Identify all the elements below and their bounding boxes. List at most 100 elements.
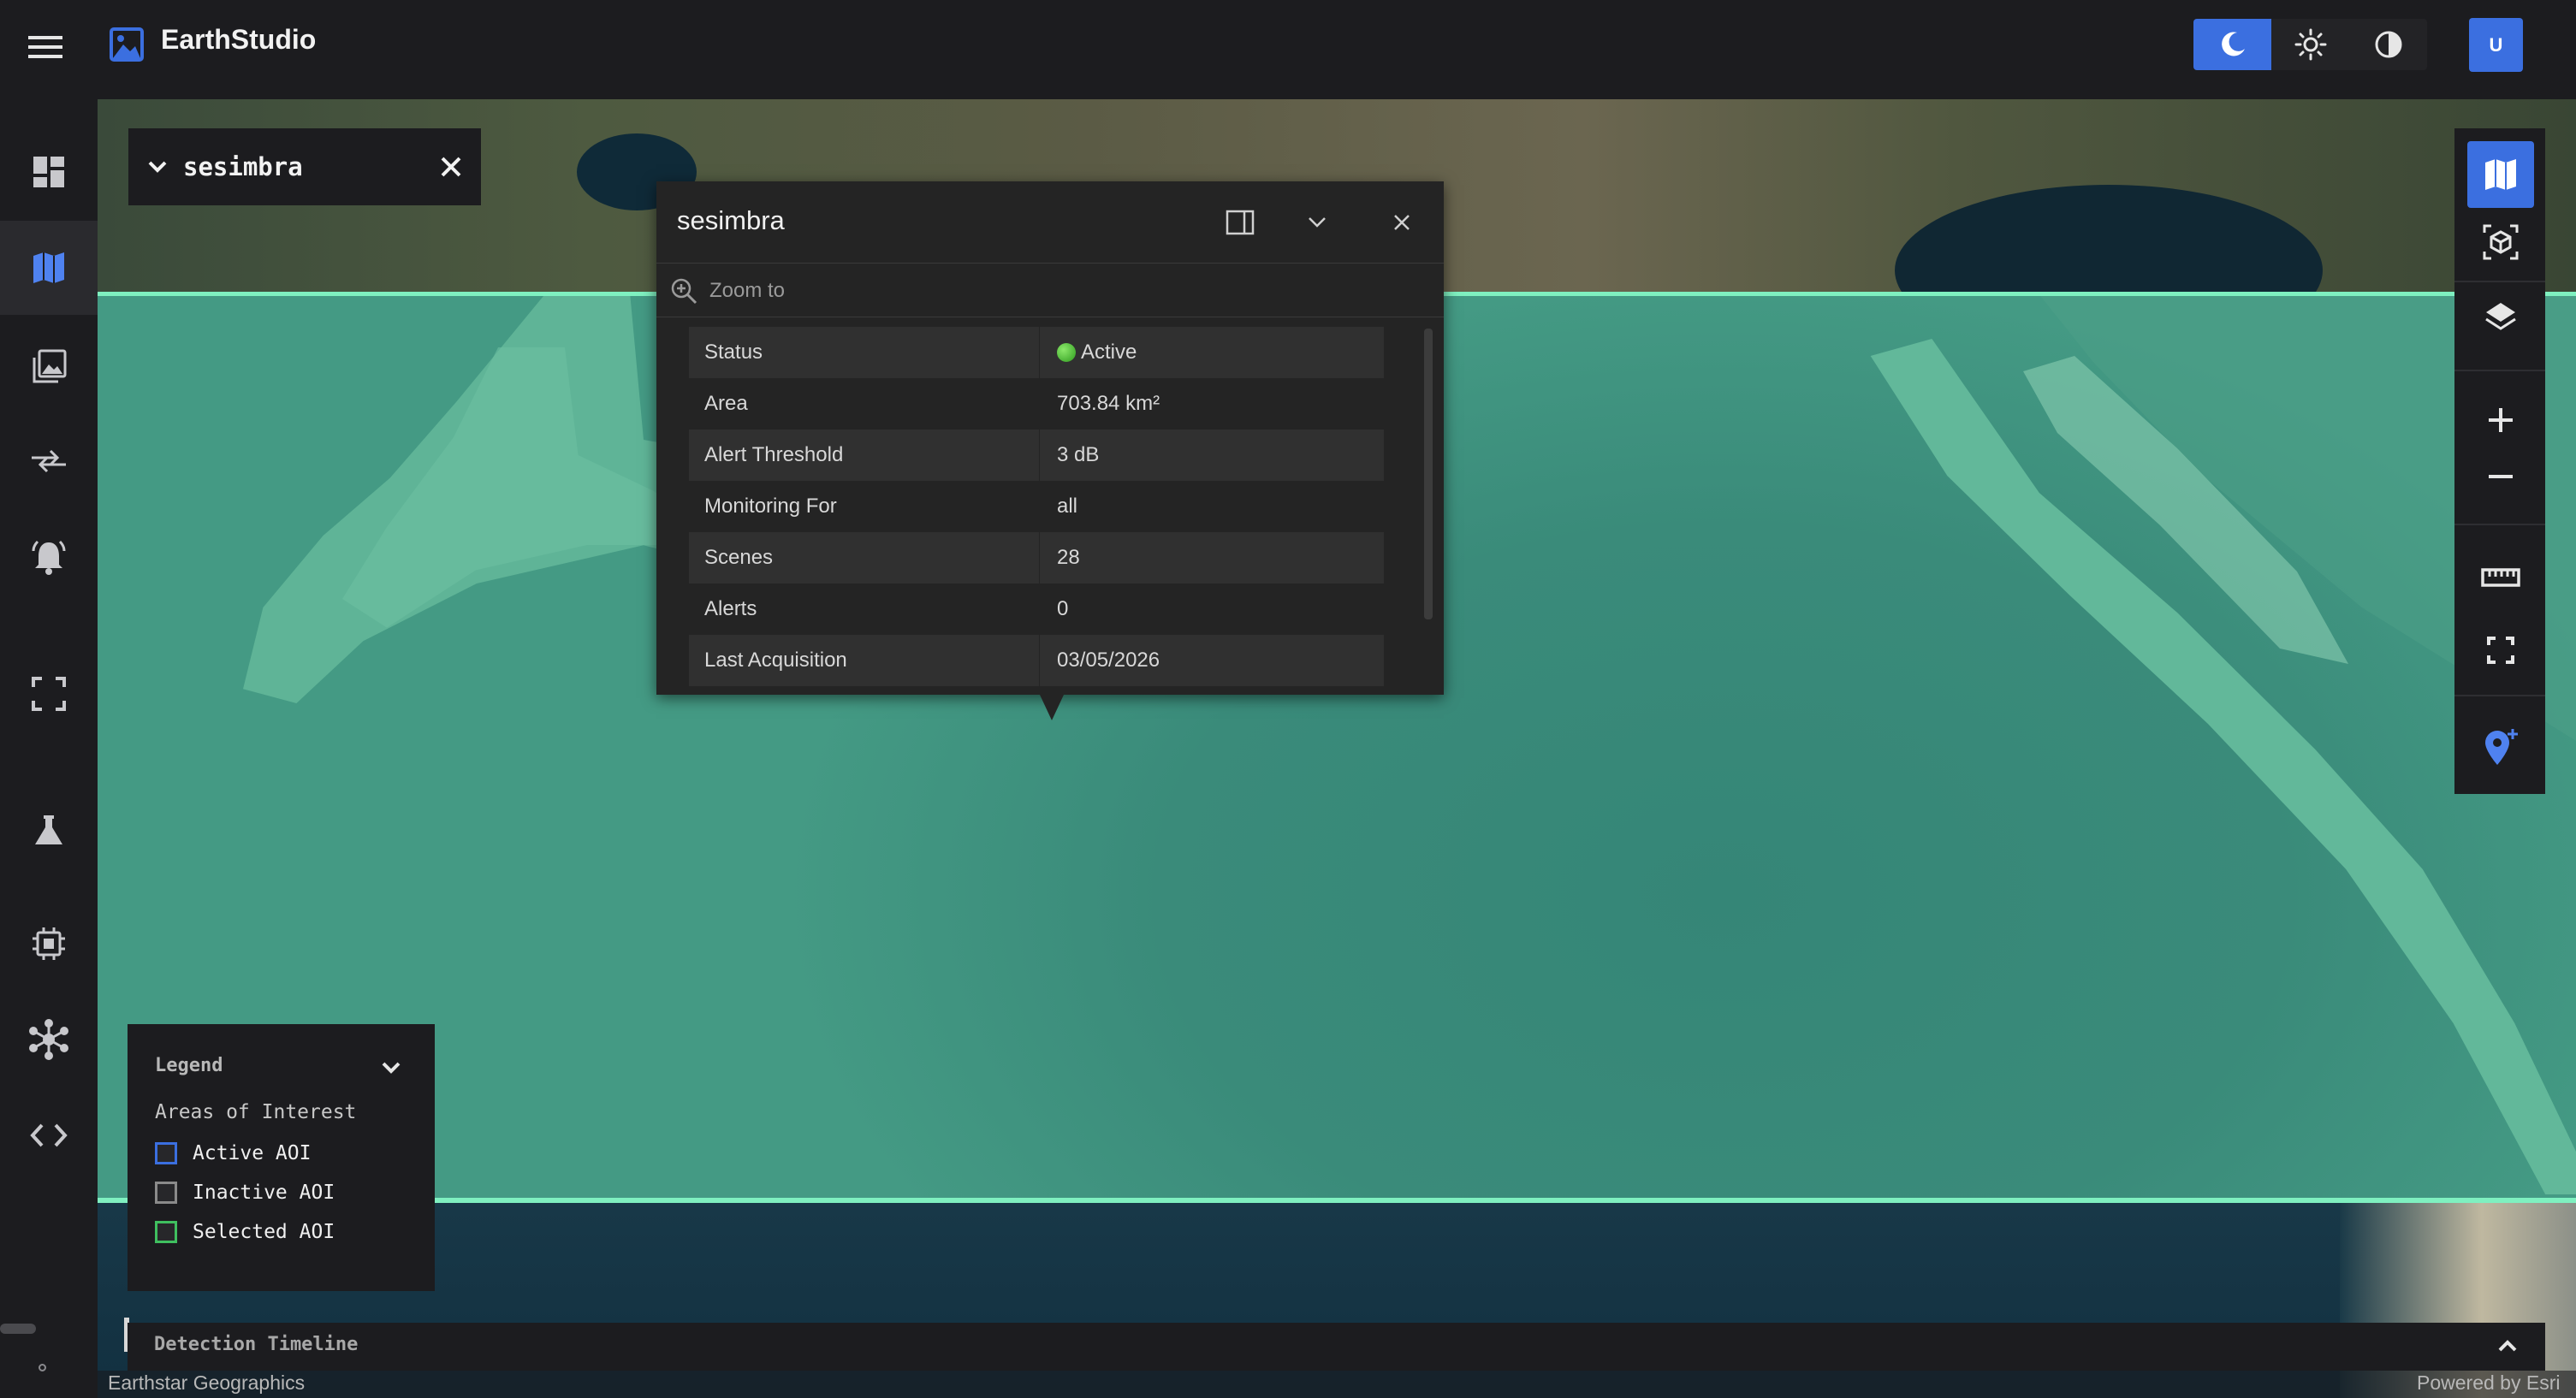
minus-icon — [2489, 475, 2513, 478]
view-3d-button[interactable] — [2467, 209, 2534, 275]
attribute-row: Alerts 0 — [689, 583, 1384, 635]
attribute-value: Active — [1040, 341, 1137, 364]
aoi-search-chip[interactable]: sesimbra — [128, 128, 481, 205]
chevron-down-icon — [1309, 217, 1326, 228]
legend-title: Legend — [155, 1055, 223, 1076]
chevron-down-icon[interactable] — [378, 1055, 404, 1081]
contrast-icon — [2375, 31, 2401, 58]
layers-button[interactable] — [2467, 284, 2534, 351]
sidebar-item-focus[interactable] — [0, 647, 98, 741]
attribute-row: Area 703.84 km² — [689, 378, 1384, 429]
theme-toggle-group — [2193, 19, 2427, 70]
network-hub-icon — [29, 1019, 68, 1060]
detection-timeline-bar[interactable]: Detection Timeline — [128, 1323, 2545, 1371]
user-avatar-button[interactable]: U — [2469, 18, 2523, 72]
dock-popup-button[interactable] — [1216, 198, 1264, 246]
popup-pointer — [1040, 695, 1064, 720]
sidebar-item-processing[interactable] — [0, 897, 98, 991]
sidebar-item-alerts[interactable] — [0, 510, 98, 604]
focus-frame-icon — [32, 677, 66, 711]
status-active-indicator — [1057, 343, 1076, 362]
sidebar-item-lab[interactable] — [0, 784, 98, 878]
attribute-row: Last Acquisition 03/05/2026 — [689, 635, 1384, 686]
attribute-key: Scenes — [689, 532, 1040, 583]
code-icon — [30, 1123, 68, 1147]
hamburger-icon — [28, 36, 62, 58]
map-2d-button[interactable] — [2467, 141, 2534, 208]
tool-separator — [2454, 281, 2545, 282]
dashboard-icon — [33, 157, 64, 187]
map-tools-panel — [2454, 128, 2545, 794]
add-location-pin-icon — [2485, 729, 2518, 765]
light-mode-button[interactable] — [2271, 19, 2349, 70]
alarm-bell-icon — [32, 540, 66, 575]
ruler-icon — [2481, 568, 2520, 587]
contrast-mode-button[interactable] — [2349, 19, 2427, 70]
sun-icon — [2294, 28, 2326, 61]
zoom-to-label: Zoom to — [709, 278, 786, 302]
tool-separator — [2454, 524, 2545, 525]
attribute-key: Alerts — [689, 583, 1040, 635]
attribute-value: 703.84 km² — [1057, 392, 1160, 415]
sidebar-scrollbar[interactable] — [0, 1324, 36, 1334]
plus-icon — [2489, 408, 2513, 432]
top-bar: EarthStudio U — [0, 0, 2576, 99]
flask-icon — [35, 815, 62, 844]
close-icon[interactable] — [440, 156, 462, 178]
timeline-title: Detection Timeline — [154, 1334, 359, 1355]
aoi-search-text: sesimbra — [183, 152, 303, 181]
legend-label: Active AOI — [193, 1142, 312, 1164]
attribute-row: Monitoring For all — [689, 481, 1384, 532]
sidebar-status-dot — [39, 1364, 46, 1371]
left-sidebar — [0, 99, 98, 1398]
map-icon — [2485, 159, 2516, 190]
chevron-down-icon[interactable] — [147, 160, 168, 174]
attribute-value: 0 — [1057, 597, 1069, 620]
sidebar-item-network[interactable] — [0, 992, 98, 1087]
legend-panel: Legend Areas of Interest Active AOI Inac… — [128, 1024, 435, 1291]
legend-swatch-inactive — [155, 1182, 177, 1204]
attribute-key: Alert Threshold — [689, 429, 1040, 481]
zoom-out-button[interactable] — [2467, 443, 2534, 510]
sidebar-item-dashboard[interactable] — [0, 125, 98, 219]
attribution-powered-by[interactable]: Powered by Esri — [2417, 1371, 2560, 1395]
chevron-up-icon[interactable] — [2494, 1333, 2521, 1360]
close-icon — [1394, 215, 1410, 230]
attribute-row: Alert Threshold 3 dB — [689, 429, 1384, 481]
legend-swatch-selected — [155, 1221, 177, 1243]
sidebar-item-developer[interactable] — [0, 1088, 98, 1182]
popup-attribute-table: Status Active Area 703.84 km² Alert Thre… — [689, 327, 1384, 695]
legend-item-selected: Selected AOI — [155, 1219, 335, 1245]
attribute-key: Area — [689, 378, 1040, 429]
dock-panel-icon — [1226, 210, 1255, 235]
fullscreen-button[interactable] — [2467, 617, 2534, 684]
sidebar-item-map[interactable] — [0, 221, 98, 315]
sidebar-item-compare[interactable] — [0, 414, 98, 508]
close-popup-button[interactable] — [1378, 198, 1426, 246]
zoom-to-button[interactable]: Zoom to — [656, 264, 1444, 317]
app-title: EarthStudio — [161, 24, 317, 55]
attribute-key: Monitoring For — [689, 481, 1040, 532]
attribute-row: Status Active — [689, 327, 1384, 378]
attribute-row: Scenes 28 — [689, 532, 1384, 583]
attribute-value: all — [1057, 495, 1078, 518]
measure-button[interactable] — [2467, 544, 2534, 611]
cube-icon — [2483, 224, 2519, 260]
zoom-in-magnifier-icon — [671, 278, 697, 304]
hamburger-menu-button[interactable] — [17, 19, 74, 75]
legend-swatch-active — [155, 1142, 177, 1164]
status-value: Active — [1081, 341, 1137, 364]
popup-scrollbar[interactable] — [1424, 329, 1433, 619]
popup-title: sesimbra — [677, 205, 785, 235]
sidebar-item-imagery[interactable] — [0, 320, 98, 414]
dark-mode-button[interactable] — [2193, 19, 2271, 70]
image-landscape-icon — [110, 27, 144, 62]
legend-item-inactive: Inactive AOI — [155, 1180, 335, 1205]
compare-arrows-icon — [32, 449, 66, 473]
add-location-button[interactable] — [2467, 714, 2534, 780]
aoi-popup: sesimbra Zoom to Status Active Area 703.… — [656, 181, 1444, 695]
layers-icon — [2485, 303, 2516, 330]
collapse-popup-button[interactable] — [1293, 198, 1341, 246]
attribute-value: 3 dB — [1057, 443, 1100, 466]
attribute-value: 28 — [1057, 546, 1080, 569]
